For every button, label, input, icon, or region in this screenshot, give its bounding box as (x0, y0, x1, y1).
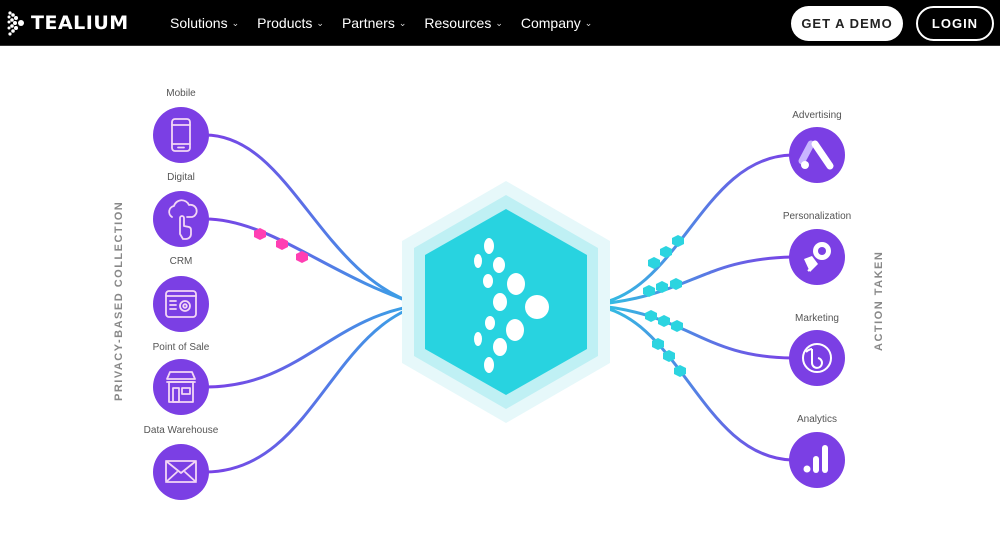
source-node-mobile (153, 107, 209, 163)
data-packet (660, 246, 672, 258)
data-flow-diagram: Mobile Digital CRM Point of Sale Data Wa… (0, 47, 1000, 541)
brand-name: TEALIUM (31, 12, 129, 34)
source-label-digital: Digital (167, 172, 195, 183)
nav-label: Partners (341, 15, 395, 31)
connector-analytics (589, 303, 793, 462)
tealium-logo-icon (7, 11, 24, 36)
source-label-mobile: Mobile (166, 88, 196, 99)
source-node-point-of-sale (153, 359, 209, 415)
nav-label: Company (520, 15, 581, 31)
data-packet (671, 320, 683, 332)
chevron-down-icon: ⌄ (316, 17, 324, 28)
source-label-crm: CRM (169, 256, 193, 267)
source-label-point-of-sale: Point of Sale (152, 342, 210, 353)
connector-mobile (204, 133, 421, 307)
tealium-logo[interactable]: TEALIUM (6, 10, 129, 36)
data-packet (645, 310, 657, 322)
nav-item-resources[interactable]: Resources ⌄ (424, 15, 502, 31)
action-taken-title: ACTION TAKEN (873, 250, 885, 351)
data-packet (658, 315, 670, 327)
destination-node-marketing (789, 330, 845, 386)
nav-label: Products (257, 15, 313, 31)
destination-label-advertising: Advertising (792, 110, 842, 121)
login-button[interactable]: LOGIN (916, 6, 994, 41)
nav-label: Resources (424, 15, 492, 31)
connector-advertising (589, 153, 793, 307)
nav-item-partners[interactable]: Partners ⌄ (342, 15, 406, 31)
source-label-data-warehouse: Data Warehouse (143, 425, 219, 436)
nav-item-products[interactable]: Products ⌄ (257, 15, 324, 31)
main-nav: Solutions ⌄ Products ⌄ Partners ⌄ Resour… (170, 0, 610, 46)
destination-label-analytics: Analytics (796, 414, 837, 425)
diagram-canvas (153, 107, 845, 500)
privacy-based-collection-title: PRIVACY-BASED COLLECTION (113, 200, 125, 401)
top-navigation-bar: TEALIUM Solutions ⌄ Products ⌄ Partners … (0, 0, 1000, 46)
chevron-down-icon: ⌄ (231, 17, 240, 28)
destination-label-personalization: Personalization (782, 211, 852, 222)
chevron-down-icon: ⌄ (584, 17, 593, 28)
nav-label: Solutions (170, 15, 228, 31)
chevron-down-icon: ⌄ (398, 17, 407, 28)
get-a-demo-button[interactable]: GET A DEMO (791, 6, 903, 41)
nav-item-solutions[interactable]: Solutions ⌄ (170, 15, 239, 31)
destination-label-marketing: Marketing (795, 313, 839, 324)
connector-data-warehouse (204, 303, 421, 474)
nav-item-company[interactable]: Company ⌄ (521, 15, 592, 31)
destination-node-advertising (789, 127, 845, 183)
chevron-down-icon: ⌄ (495, 17, 503, 28)
tealium-hub-icon (402, 181, 610, 423)
